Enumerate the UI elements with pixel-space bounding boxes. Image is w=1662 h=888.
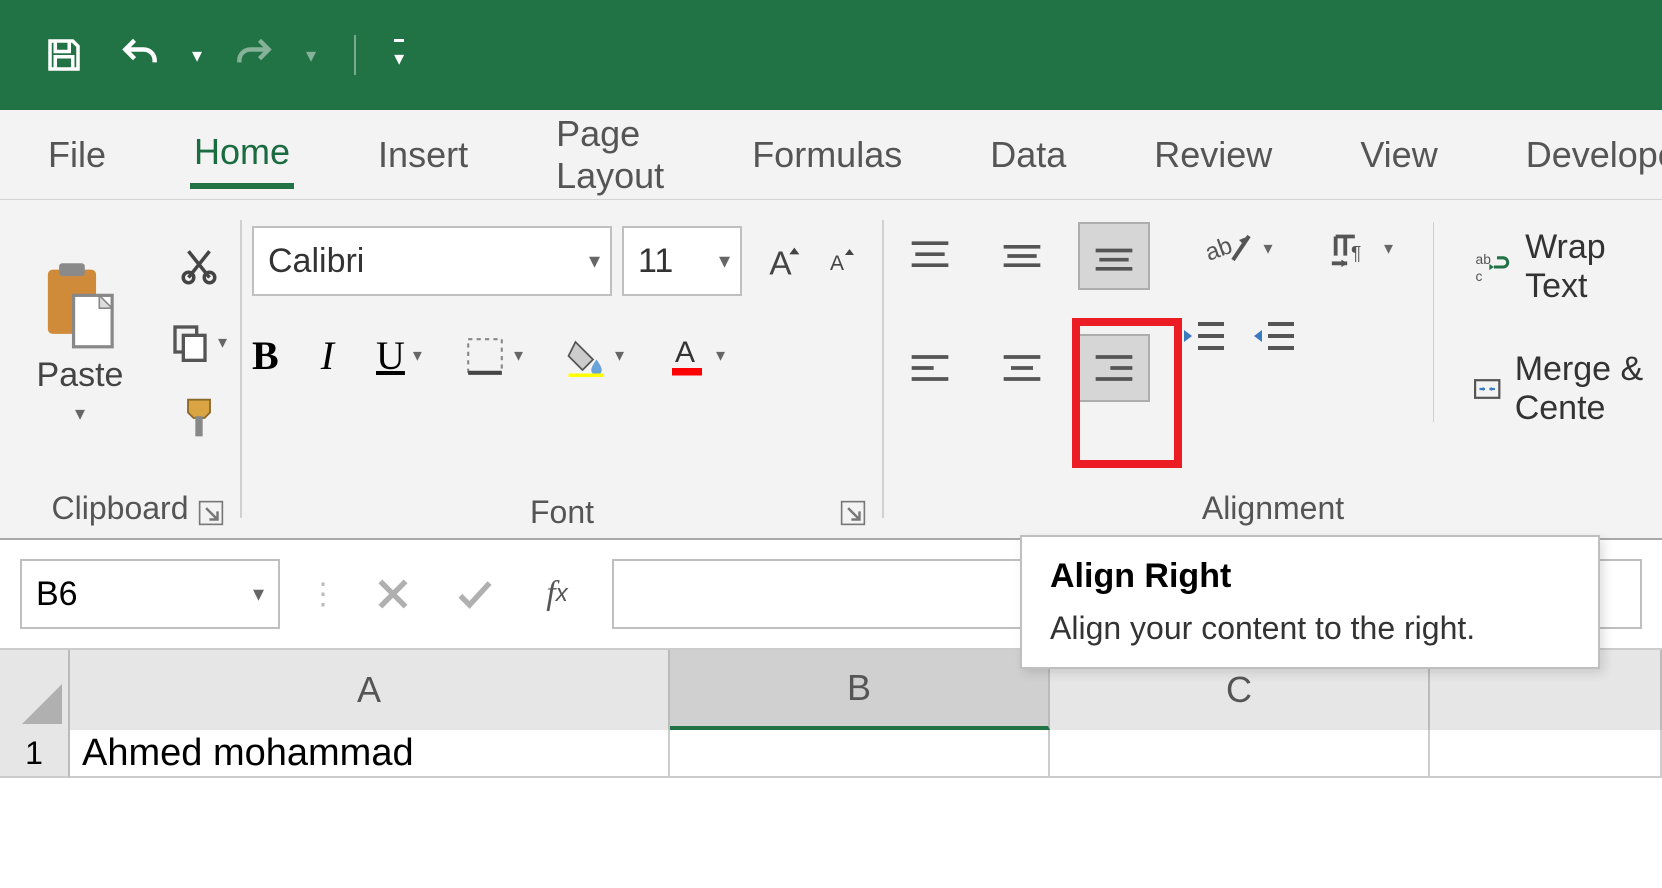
svg-text:A: A: [675, 336, 695, 369]
merge-center-button[interactable]: Merge & Cente: [1474, 350, 1652, 428]
svg-text:¶: ¶: [1351, 244, 1361, 265]
increase-indent-button[interactable]: [1250, 318, 1298, 354]
chevron-down-icon[interactable]: ▾: [615, 345, 624, 366]
column-header-B[interactable]: B: [670, 650, 1050, 730]
increase-font-icon[interactable]: A: [766, 241, 806, 281]
redo-dropdown-icon: ▾: [306, 43, 316, 68]
tab-developer[interactable]: Develope: [1522, 124, 1662, 186]
italic-button[interactable]: I: [321, 332, 334, 379]
merge-center-label: Merge & Cente: [1515, 350, 1652, 428]
clipboard-launcher-icon[interactable]: [198, 500, 224, 526]
qat-customize-icon[interactable]: ▾: [394, 39, 404, 71]
font-size-combo[interactable]: 11 ▾: [622, 226, 742, 296]
enter-icon[interactable]: [448, 567, 502, 621]
undo-dropdown-icon[interactable]: ▾: [192, 43, 202, 68]
align-right-button[interactable]: [1078, 334, 1150, 402]
align-center-button[interactable]: [986, 334, 1058, 402]
select-all-corner[interactable]: [0, 650, 70, 730]
column-header-A[interactable]: A: [70, 650, 670, 730]
font-name-combo[interactable]: Calibri ▾: [252, 226, 612, 296]
svg-text:A: A: [769, 245, 792, 281]
font-color-button[interactable]: A ▾: [666, 335, 725, 377]
chevron-down-icon[interactable]: ▾: [514, 345, 523, 366]
svg-text:A: A: [830, 252, 844, 275]
group-font: Calibri ▾ 11 ▾ A A B I U ▾: [242, 200, 882, 538]
ribbon: Paste ▾ ▾ Clipboard: [0, 200, 1662, 540]
name-box[interactable]: B6 ▾: [20, 559, 280, 629]
align-top-button[interactable]: [894, 222, 966, 290]
underline-button[interactable]: U ▾: [376, 332, 422, 379]
svg-text:ab: ab: [1476, 252, 1492, 267]
wrap-text-button[interactable]: ab c Wrap Text: [1474, 228, 1652, 306]
save-icon[interactable]: [40, 31, 88, 79]
fill-color-button[interactable]: ▾: [565, 335, 624, 377]
chevron-down-icon[interactable]: ▾: [589, 248, 600, 274]
chevron-down-icon[interactable]: ▾: [253, 581, 264, 607]
cancel-icon[interactable]: [366, 567, 420, 621]
group-label-clipboard: Clipboard: [52, 490, 189, 527]
undo-icon[interactable]: [116, 31, 164, 79]
paste-label: Paste: [37, 356, 124, 395]
paste-dropdown-icon[interactable]: ▾: [75, 401, 85, 426]
text-direction-button[interactable]: ¶ ▾: [1328, 228, 1393, 268]
ribbon-tabs: File Home Insert Page Layout Formulas Da…: [0, 110, 1662, 200]
chevron-down-icon[interactable]: ▾: [716, 345, 725, 366]
name-box-value: B6: [36, 575, 78, 614]
align-left-button[interactable]: [894, 334, 966, 402]
grid-rows: 1 Ahmed mohammad: [0, 730, 1662, 778]
wrap-text-label: Wrap Text: [1525, 228, 1652, 306]
tooltip-body: Align your content to the right.: [1050, 610, 1570, 647]
tab-formulas[interactable]: Formulas: [748, 124, 906, 186]
group-label-font: Font: [530, 494, 594, 531]
row-header-1[interactable]: 1: [0, 730, 70, 778]
chevron-down-icon[interactable]: ▾: [1263, 238, 1272, 259]
tab-home[interactable]: Home: [190, 121, 294, 189]
tooltip-title: Align Right: [1050, 557, 1570, 596]
decrease-font-icon[interactable]: A: [824, 243, 860, 279]
orientation-button[interactable]: ab ▾: [1180, 228, 1298, 268]
tab-insert[interactable]: Insert: [374, 124, 472, 186]
border-button[interactable]: ▾: [464, 335, 523, 377]
chevron-down-icon[interactable]: ▾: [1384, 238, 1393, 259]
format-painter-icon[interactable]: [177, 394, 221, 442]
redo-icon: [230, 31, 278, 79]
svg-text:c: c: [1476, 269, 1483, 284]
title-bar: ▾ ▾ ▾: [0, 0, 1662, 110]
tab-file[interactable]: File: [44, 124, 110, 186]
tab-view[interactable]: View: [1356, 124, 1441, 186]
group-label-alignment: Alignment: [1202, 490, 1344, 527]
group-alignment: ab ▾ ¶ ▾: [884, 200, 1662, 538]
tab-page-layout[interactable]: Page Layout: [552, 103, 668, 207]
tab-review[interactable]: Review: [1150, 124, 1276, 186]
align-middle-button[interactable]: [986, 222, 1058, 290]
font-size-value: 11: [638, 242, 673, 281]
decrease-indent-button[interactable]: [1180, 318, 1228, 354]
fx-icon[interactable]: fx: [530, 567, 584, 621]
tab-data[interactable]: Data: [986, 124, 1070, 186]
paste-button[interactable]: Paste ▾: [10, 260, 150, 426]
bold-button[interactable]: B: [252, 332, 279, 379]
font-launcher-icon[interactable]: [840, 500, 866, 526]
svg-text:ab: ab: [1205, 232, 1236, 267]
align-bottom-button[interactable]: [1078, 222, 1150, 290]
cell-C1[interactable]: [1050, 730, 1430, 778]
chevron-down-icon[interactable]: ▾: [719, 248, 730, 274]
chevron-down-icon[interactable]: ▾: [413, 345, 422, 366]
copy-icon[interactable]: ▾: [170, 320, 227, 364]
group-clipboard: Paste ▾ ▾ Clipboard: [0, 200, 240, 538]
cell-A1[interactable]: Ahmed mohammad: [70, 730, 670, 778]
tooltip-align-right: Align Right Align your content to the ri…: [1020, 535, 1600, 669]
cut-icon[interactable]: [178, 244, 220, 290]
cell-D1[interactable]: [1430, 730, 1662, 778]
font-name-value: Calibri: [268, 242, 364, 281]
cell-B1[interactable]: [670, 730, 1050, 778]
